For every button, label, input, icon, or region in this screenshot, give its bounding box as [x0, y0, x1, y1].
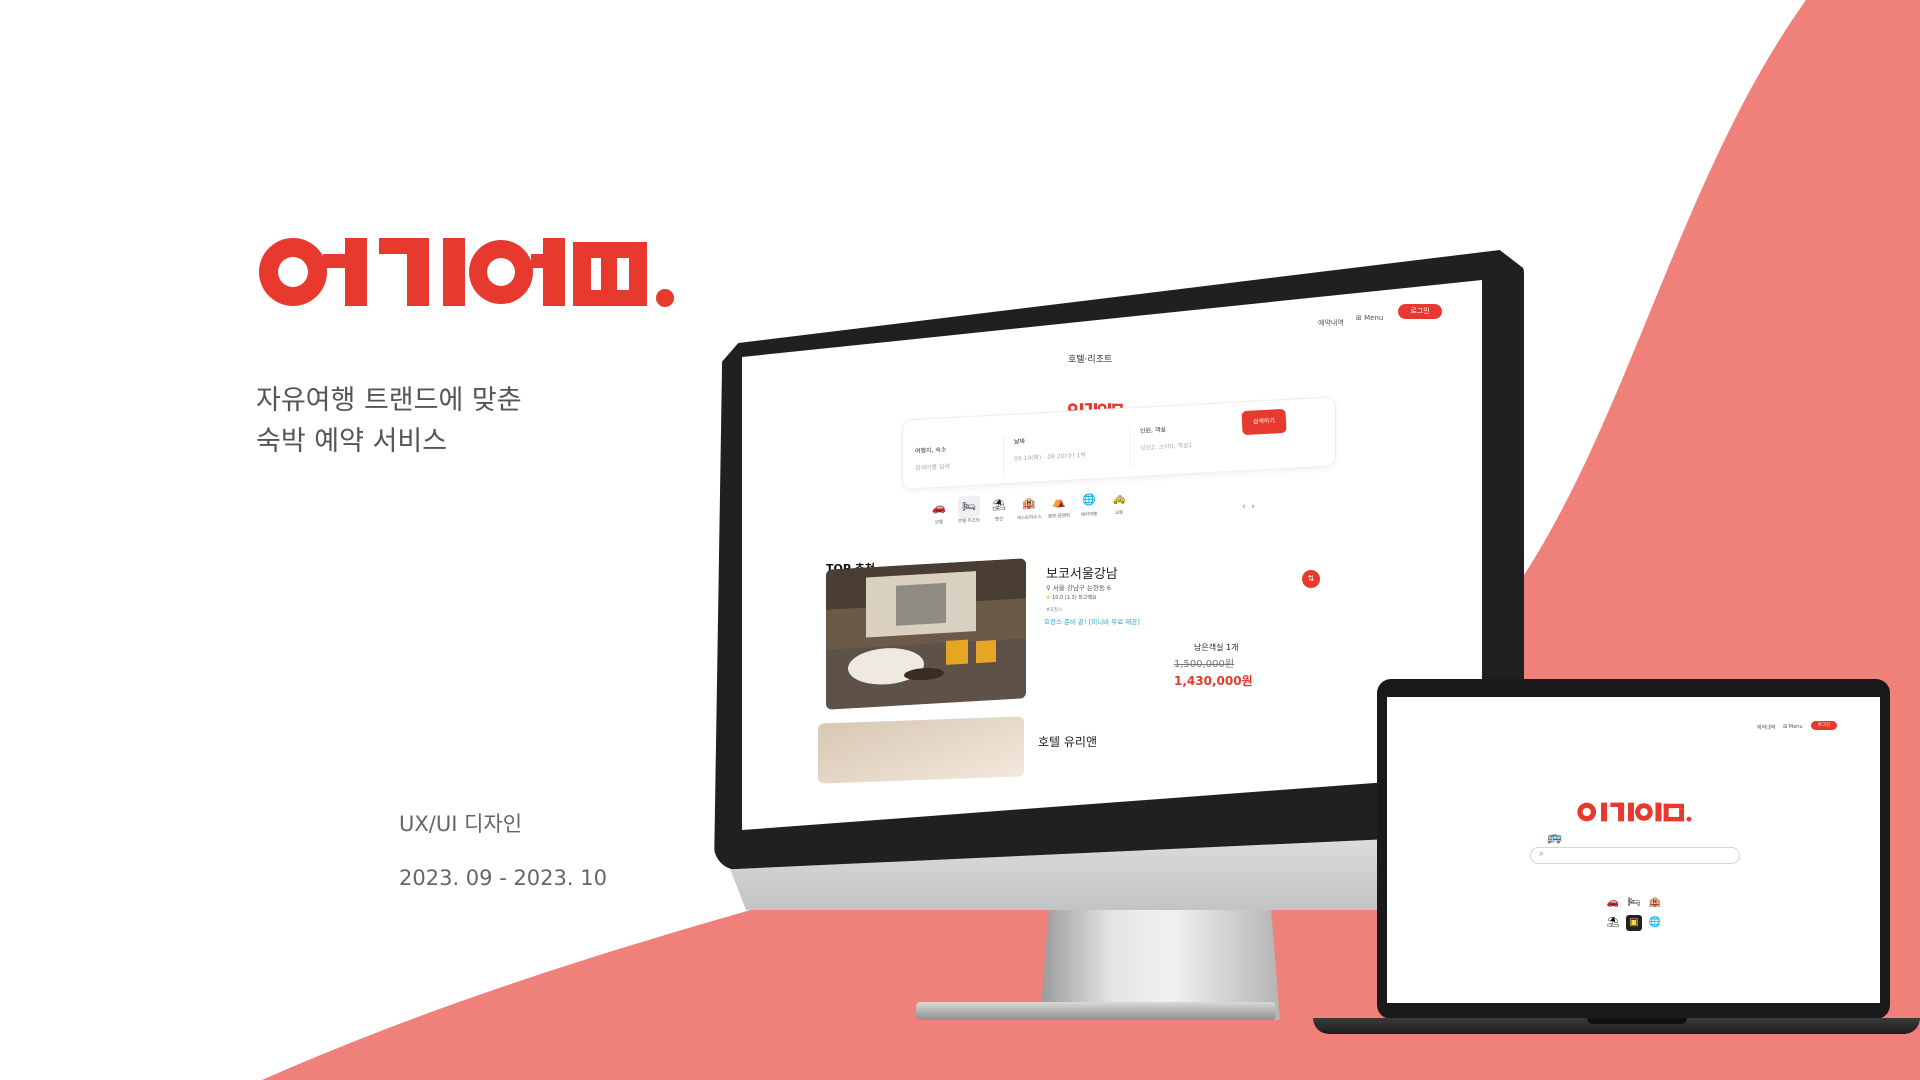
hotel-name[interactable]: 보코서울강남 [1046, 563, 1118, 582]
imac-stand-foot [916, 1002, 1276, 1020]
tagline: 자유여행 트랜드에 맞춘 숙박 예약 서비스 [256, 380, 522, 462]
hotel-address: ⚲ 서울 강남구 논현동 6 [1046, 582, 1111, 592]
rooms-remaining: 남은객실 1개 [1194, 643, 1239, 652]
category-label: 모텔 [934, 520, 944, 526]
login-button[interactable]: 로그인 [1398, 304, 1442, 319]
car-motel-icon[interactable]: 🚗 [1605, 895, 1621, 911]
category-overseas[interactable]: 🌐 해외여행 [1078, 489, 1104, 518]
category-motel[interactable]: 🚗 모텔 [928, 497, 954, 526]
laptop-login-button[interactable]: 로그인 [1811, 721, 1837, 730]
nav-menu-button[interactable]: ⊞ Menu [1356, 314, 1383, 322]
category-camping[interactable]: ⛺ 캠핑·글램핑 [1048, 490, 1074, 520]
menu-grid-icon: ⊞ [1356, 314, 1365, 322]
bed-icon: 🛏 [958, 495, 980, 519]
globe-icon: 🌐 [1082, 493, 1096, 507]
bus-icon: 🚌 [1547, 830, 1562, 844]
car-motel-icon: 🚗 [932, 501, 946, 515]
category-label: 교통 [1114, 510, 1124, 517]
tagline-line-1: 자유여행 트랜드에 맞춘 [256, 385, 522, 416]
category-label: 호텔·리조트 [957, 518, 981, 525]
desktop-screen: 예약내역 ⊞ Menu 로그인 호텔·리조트 여행지, 숙소 검색어를 입력 날… [742, 280, 1482, 830]
destination-field[interactable]: 여행지, 숙소 검색어를 입력 [915, 444, 950, 472]
tagline-line-2: 숙박 예약 서비스 [256, 426, 448, 457]
taxi-icon: 🚕 [1112, 491, 1126, 506]
search-icon: ⌕ [1539, 849, 1545, 859]
sale-badge-icon[interactable]: ▣ [1626, 915, 1642, 931]
guests-field[interactable]: 인원, 객실 성인2, 소아0, 객실1 [1129, 423, 1193, 467]
hotel-photo-2[interactable] [818, 716, 1024, 784]
pension-icon[interactable]: ⛱ [1605, 915, 1621, 931]
date-label: 날짜 [1014, 438, 1026, 446]
sale-price: 1,430,000원 [1174, 674, 1253, 688]
chevron-left-icon[interactable]: ‹ [1242, 502, 1246, 512]
category-label: 캠핑·글램핑 [1047, 513, 1071, 520]
laptop-notch [1587, 1018, 1687, 1024]
category-hotel-resort[interactable]: 🛏 호텔·리조트 [958, 495, 984, 524]
laptop-search-input[interactable] [1530, 847, 1740, 864]
hotel-address-text: 서울 강남구 논현동 6 [1052, 584, 1112, 592]
original-price: 1,500,000원 [1174, 659, 1235, 670]
category-label: 게스트하우스 [1016, 515, 1042, 522]
project-period: 2023. 09 - 2023. 10 [399, 866, 607, 890]
globe-icon[interactable]: 🌐 [1647, 915, 1663, 931]
hotel-promo: 호캉스 준비 끝! [미니바 무료 제공] [1044, 618, 1140, 626]
hotel-rating-text: 10.0 (1.3) 최고예요 [1052, 595, 1097, 601]
bed-icon[interactable]: 🛏 [1626, 895, 1642, 911]
hotel-name-2[interactable]: 호텔 유리앤 [1038, 733, 1097, 750]
destination-placeholder: 검색어를 입력 [915, 463, 951, 473]
brand-logo [259, 238, 674, 307]
category-label: 해외여행 [1080, 512, 1098, 518]
category-transport[interactable]: 🚕 교통 [1108, 487, 1134, 517]
laptop-screen: 예약내역 ⊞ Menu 로그인 🚌 ⌕ 🚗 🛏 🏨 ⛱ ▣ 🌐 [1387, 697, 1880, 1003]
tent-icon: ⛺ [1052, 494, 1066, 509]
hotel-tag: #호캉스 [1046, 608, 1063, 613]
hotel-photo[interactable] [826, 558, 1026, 710]
nav-menu-label: Menu [1364, 314, 1384, 322]
project-type: UX/UI 디자인 [399, 812, 523, 836]
pension-icon: ⛱ [992, 497, 1006, 512]
laptop-site-logo[interactable] [1573, 801, 1695, 823]
nav-reservations-link[interactable]: 예약내역 [1318, 318, 1344, 328]
guests-value: 성인2, 소아0, 객실1 [1140, 442, 1193, 452]
guests-label: 인원, 객실 [1140, 426, 1166, 435]
building-icon: 🏨 [1022, 496, 1036, 511]
category-pension[interactable]: ⛱ 펜션 [988, 493, 1014, 523]
search-button[interactable]: 검색하기 [1241, 408, 1287, 436]
laptop-nav-menu[interactable]: ⊞ Menu [1783, 724, 1803, 730]
hotel-lobby-image [826, 558, 1026, 710]
chevron-right-icon[interactable]: › [1251, 502, 1255, 512]
filter-fab[interactable]: ⇅ [1302, 570, 1320, 588]
sort-icon: ⇅ [1307, 574, 1315, 583]
destination-label: 여행지, 숙소 [915, 446, 947, 456]
date-field[interactable]: 날짜 09.19(화) - 09.20(수) 1박 [1003, 432, 1086, 478]
category-label: 펜션 [994, 517, 1004, 523]
category-guesthouse[interactable]: 🏨 게스트하우스 [1017, 492, 1044, 521]
laptop-nav-menu-label: Menu [1788, 724, 1803, 730]
laptop-nav-reservations[interactable]: 예약내역 [1757, 724, 1775, 731]
date-value: 09.19(화) - 09.20(수) 1박 [1014, 451, 1086, 463]
hotel-rating: ★ 10.0 (1.3) 최고예요 [1046, 594, 1097, 601]
category-title: 호텔·리조트 [1068, 355, 1113, 365]
location-pin-icon: ⚲ [1046, 584, 1053, 592]
building-icon[interactable]: 🏨 [1647, 895, 1663, 911]
carousel-arrows[interactable]: ‹ › [1242, 502, 1255, 512]
